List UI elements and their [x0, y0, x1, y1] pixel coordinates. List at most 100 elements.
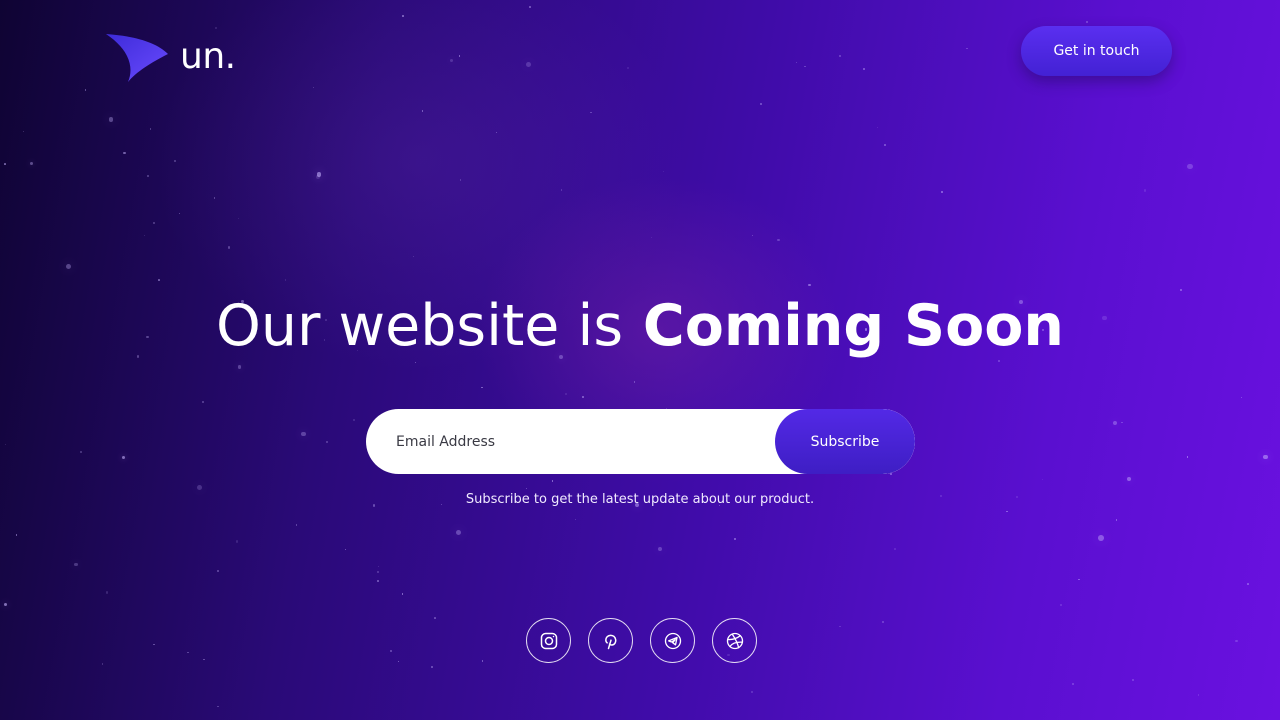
star [529, 6, 531, 8]
star [3, 602, 8, 607]
star [796, 61, 798, 63]
star [966, 47, 968, 50]
social-link-instagram[interactable] [526, 618, 571, 663]
star [626, 66, 629, 69]
social-link-telegram[interactable] [650, 618, 695, 663]
star [237, 217, 239, 219]
star [153, 643, 156, 646]
star [940, 190, 943, 193]
star [1179, 288, 1183, 292]
star [1198, 694, 1200, 696]
email-input[interactable] [366, 409, 775, 474]
star [201, 401, 204, 404]
star [4, 443, 7, 446]
star [29, 162, 33, 166]
star [84, 89, 87, 92]
star [73, 562, 78, 567]
star [1115, 519, 1118, 521]
star [108, 116, 114, 122]
star [401, 15, 404, 18]
star [389, 649, 392, 652]
star [590, 112, 592, 114]
star [1078, 578, 1080, 580]
star [1187, 163, 1193, 170]
title-regular: Our website is [216, 293, 624, 359]
star [455, 529, 461, 535]
star [123, 152, 126, 155]
star [66, 264, 72, 270]
star [376, 579, 379, 582]
star [316, 172, 322, 178]
star [158, 279, 160, 282]
star [777, 238, 780, 242]
star [808, 283, 811, 286]
star [496, 131, 498, 133]
star [377, 566, 380, 568]
star [16, 534, 18, 536]
star [657, 546, 663, 552]
star [237, 365, 242, 369]
star [173, 160, 176, 163]
star [344, 548, 347, 551]
star [431, 666, 434, 669]
star [213, 197, 215, 199]
star [752, 234, 754, 236]
star [105, 591, 109, 594]
star [1187, 456, 1189, 458]
star [1121, 422, 1123, 424]
social-links [526, 618, 757, 663]
star [150, 128, 152, 130]
star [650, 236, 653, 239]
brand-logo[interactable]: un. [104, 32, 236, 82]
page-title: Our website is Coming Soon [0, 292, 1280, 360]
subscribe-form: Subscribe [366, 409, 915, 474]
star [122, 456, 126, 460]
star [890, 472, 893, 475]
get-in-touch-button[interactable]: Get in touch [1021, 26, 1172, 76]
title-bold: Coming Soon [642, 293, 1064, 359]
star [459, 179, 461, 181]
dribbble-icon [726, 632, 743, 649]
star [215, 26, 218, 29]
star [1085, 20, 1089, 23]
star [1131, 678, 1134, 681]
star [4, 162, 7, 165]
brand-name: un. [180, 36, 236, 77]
star [565, 393, 568, 396]
star [1143, 189, 1146, 192]
star [458, 55, 460, 57]
star [433, 617, 436, 620]
star [1097, 535, 1104, 541]
social-link-dribbble[interactable] [712, 618, 757, 663]
star [235, 540, 239, 543]
star [284, 279, 287, 281]
star [884, 144, 887, 147]
telegram-icon [664, 632, 681, 649]
star [316, 174, 321, 179]
star [217, 705, 219, 708]
social-link-pinterest[interactable] [588, 618, 633, 663]
star [560, 189, 563, 191]
subscribe-note: Subscribe to get the latest update about… [465, 492, 815, 507]
star [663, 170, 665, 172]
star [1006, 510, 1008, 512]
star [1060, 603, 1062, 606]
star [894, 548, 896, 550]
star [101, 663, 104, 665]
star [401, 593, 403, 595]
star [750, 690, 753, 693]
subscribe-button[interactable]: Subscribe [775, 409, 915, 474]
star [143, 234, 146, 237]
star [876, 126, 879, 128]
star [352, 419, 355, 422]
star [804, 65, 806, 68]
star [23, 130, 25, 132]
star [1235, 639, 1238, 642]
star [186, 651, 189, 654]
star [863, 68, 866, 71]
star [633, 381, 636, 383]
star [326, 440, 329, 443]
star [196, 484, 202, 490]
instagram-icon [540, 632, 557, 649]
star [1263, 454, 1268, 460]
